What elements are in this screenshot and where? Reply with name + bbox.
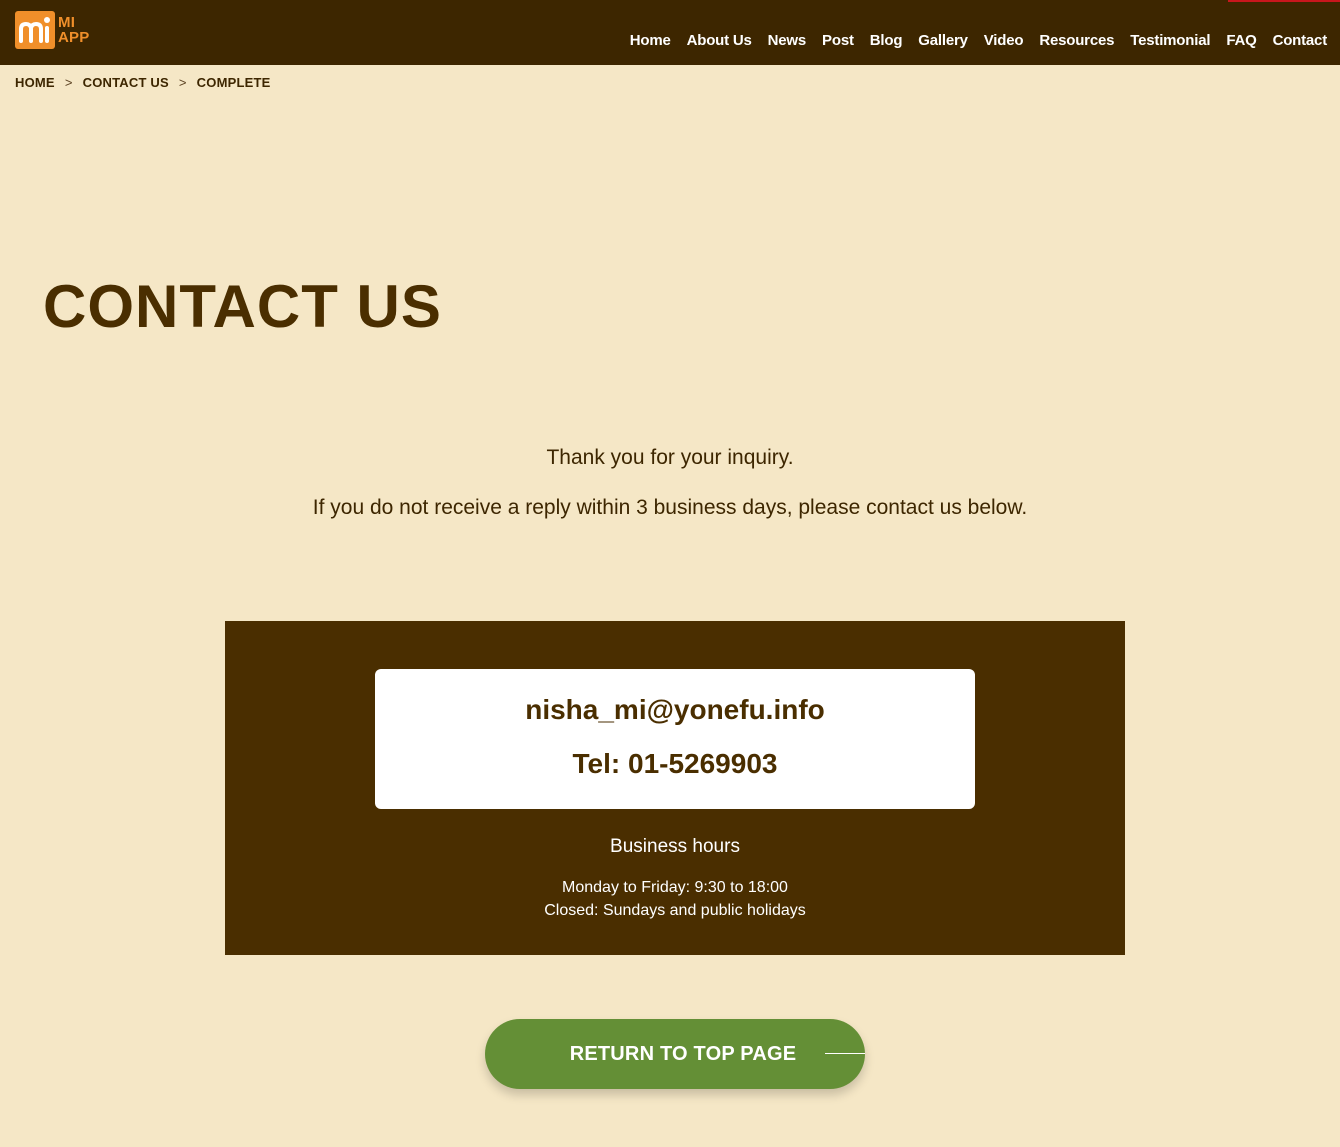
logo-text-line1: MI (58, 14, 76, 31)
site-logo[interactable]: MI APP (15, 11, 89, 49)
nav-testimonial[interactable]: Testimonial (1130, 31, 1210, 51)
site-header: MI APP Home About Us News Post Blog Gall… (0, 0, 1340, 65)
arrow-line-icon (825, 1053, 865, 1054)
mi-logo-icon (15, 11, 55, 49)
breadcrumb-separator: > (178, 75, 187, 90)
nav-gallery[interactable]: Gallery (918, 31, 968, 51)
reply-notice-message: If you do not receive a reply within 3 b… (312, 496, 1028, 519)
return-to-top-button[interactable]: RETURN TO TOP PAGE (485, 1019, 865, 1089)
business-hours-title: Business hours (610, 836, 740, 857)
nav-about-us[interactable]: About Us (687, 31, 752, 51)
contact-phone[interactable]: Tel: 01-5269903 (375, 745, 975, 783)
logo-text: MI APP (58, 15, 89, 45)
contact-email[interactable]: nisha_mi@yonefu.info (375, 691, 975, 729)
nav-post[interactable]: Post (822, 31, 854, 51)
business-hours-closed: Closed: Sundays and public holidays (544, 902, 806, 919)
contact-card: nisha_mi@yonefu.info Tel: 01-5269903 (375, 669, 975, 809)
logo-text-line2: APP (58, 29, 90, 46)
nav-video[interactable]: Video (984, 31, 1024, 51)
breadcrumb-complete: COMPLETE (196, 75, 271, 90)
header-accent-bar (1228, 0, 1340, 2)
breadcrumb-contact-us[interactable]: CONTACT US (83, 75, 169, 90)
nav-home[interactable]: Home (630, 31, 671, 51)
thank-you-message: Thank you for your inquiry. (546, 446, 794, 469)
return-button-label: RETURN TO TOP PAGE (569, 1043, 797, 1065)
breadcrumb-separator: > (64, 75, 73, 90)
nav-faq[interactable]: FAQ (1226, 31, 1256, 51)
nav-news[interactable]: News (768, 31, 807, 51)
page-title: CONTACT US (43, 273, 442, 340)
nav-blog[interactable]: Blog (870, 31, 903, 51)
breadcrumb: HOME > CONTACT US > COMPLETE (15, 75, 271, 90)
nav-resources[interactable]: Resources (1039, 31, 1114, 51)
breadcrumb-home[interactable]: HOME (15, 75, 55, 90)
nav-contact[interactable]: Contact (1273, 31, 1328, 51)
contact-info-panel: nisha_mi@yonefu.info Tel: 01-5269903 Bus… (225, 621, 1125, 955)
business-hours-weekday: Monday to Friday: 9:30 to 18:00 (562, 879, 788, 896)
main-nav: Home About Us News Post Blog Gallery Vid… (630, 31, 1327, 51)
